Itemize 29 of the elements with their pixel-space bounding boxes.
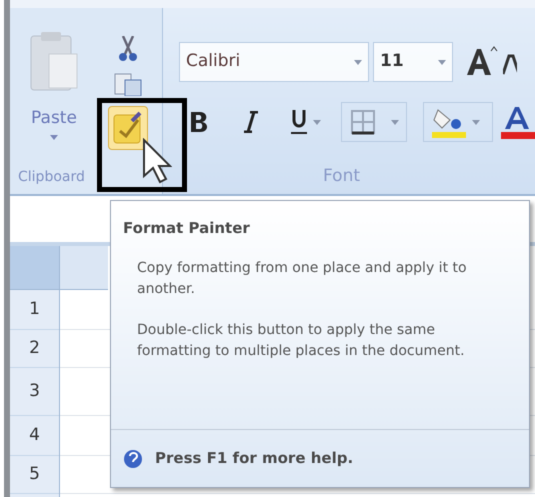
font-name-field[interactable]: Calibri	[179, 42, 369, 82]
group-label: Font	[323, 168, 362, 185]
copy-icon[interactable]	[113, 72, 143, 96]
row-header[interactable]: 5	[10, 456, 59, 494]
help-hint: Press F1 for more help.	[155, 448, 354, 470]
font-color-icon[interactable]	[499, 105, 535, 139]
caret-icon[interactable]	[438, 60, 446, 64]
fill-color-button[interactable]	[423, 102, 493, 142]
row-header[interactable]: 4	[10, 416, 59, 456]
help-icon	[123, 448, 143, 468]
tooltip-title: Format Painter	[123, 218, 251, 239]
borders-button[interactable]	[341, 102, 407, 142]
tooltip-text: Double-click this button to apply the same formatting to multiple places in the document.	[137, 320, 466, 360]
format-painter-button[interactable]	[108, 106, 148, 150]
borders-icon[interactable]	[350, 109, 376, 135]
row-header[interactable]: 1	[10, 290, 59, 330]
bold-icon[interactable]	[189, 111, 209, 133]
mouse-cursor-icon	[142, 138, 172, 184]
scissors-icon[interactable]	[118, 36, 138, 62]
row-header[interactable]: 3	[10, 368, 59, 416]
font-size-field[interactable]: 11	[373, 42, 453, 82]
row-header[interactable]: 2	[10, 330, 59, 368]
group-label: Clipboard	[18, 170, 85, 184]
tooltip-text: Copy formatting from one place and apply it to another.	[137, 258, 467, 298]
caret-icon[interactable]	[354, 60, 362, 64]
underline-icon[interactable]	[291, 109, 307, 135]
clipboard-icon	[29, 30, 79, 92]
italic-icon[interactable]	[243, 111, 259, 133]
caret-icon[interactable]	[50, 135, 58, 140]
